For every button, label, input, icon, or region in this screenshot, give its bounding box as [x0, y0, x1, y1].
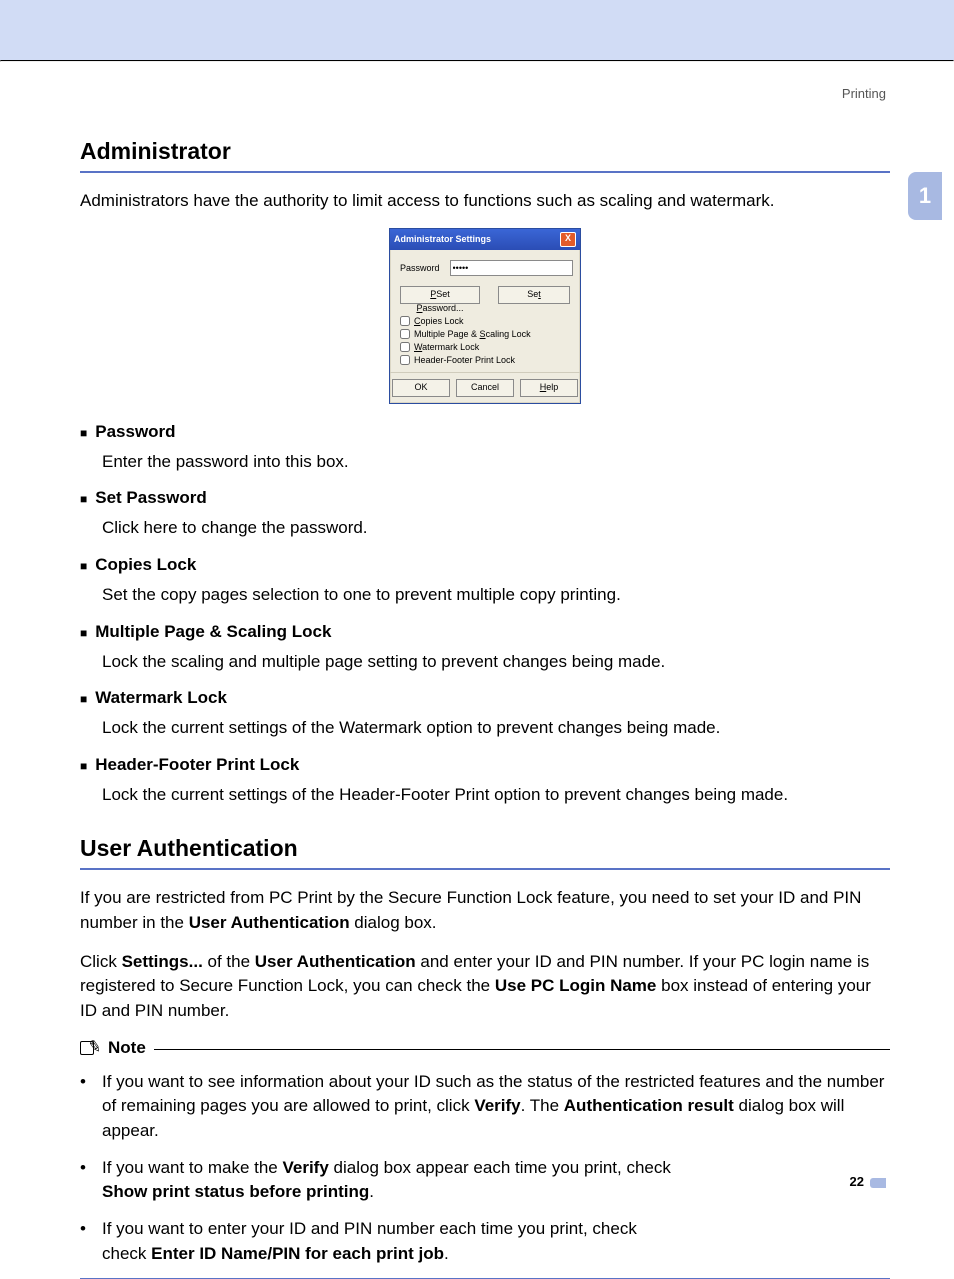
- header-footer-print-lock-label: Header-Footer Print LockHeader-Footer Pr…: [414, 355, 515, 365]
- note-rule: [154, 1049, 890, 1050]
- dialog-titlebar: Administrator Settings X: [390, 229, 580, 250]
- def-body: Enter the password into this box.: [102, 450, 890, 475]
- note-item: If you want to see information about you…: [102, 1070, 890, 1144]
- note-item: If you want to enter your ID and PIN num…: [102, 1217, 890, 1266]
- bullet-icon: •: [80, 1156, 94, 1205]
- bullet-icon: •: [80, 1070, 94, 1144]
- ok-button[interactable]: OK: [392, 379, 450, 397]
- square-bullet-icon: ■: [80, 422, 87, 444]
- def-head: Password: [95, 422, 175, 444]
- section-rule: [80, 868, 890, 870]
- def-head: Copies Lock: [95, 555, 196, 577]
- def-body: Lock the current settings of the Header-…: [102, 783, 890, 808]
- copies-lock-checkbox[interactable]: [400, 316, 410, 326]
- section-title-administrator: Administrator: [80, 138, 890, 165]
- square-bullet-icon: ■: [80, 555, 87, 577]
- dialog-title: Administrator Settings: [394, 234, 491, 244]
- multiple-page-scaling-lock-checkbox[interactable]: [400, 329, 410, 339]
- square-bullet-icon: ■: [80, 755, 87, 777]
- help-button[interactable]: HelpHelp: [520, 379, 578, 397]
- def-head: Multiple Page & Scaling Lock: [95, 622, 331, 644]
- watermark-lock-checkbox[interactable]: [400, 342, 410, 352]
- cancel-button[interactable]: Cancel: [456, 379, 514, 397]
- note-title: Note: [108, 1038, 146, 1058]
- definitions-list: ■ Password Enter the password into this b…: [80, 422, 890, 808]
- password-input[interactable]: [450, 260, 573, 276]
- def-body: Lock the current settings of the Waterma…: [102, 716, 890, 741]
- square-bullet-icon: ■: [80, 622, 87, 644]
- administrator-settings-dialog: Administrator Settings X Password PSet P…: [389, 228, 581, 404]
- close-icon[interactable]: X: [560, 232, 576, 247]
- def-head: Header-Footer Print Lock: [95, 755, 299, 777]
- def-body: Lock the scaling and multiple page setti…: [102, 650, 890, 675]
- watermark-lock-label: Watermark LockWatermark Lock: [414, 342, 479, 352]
- square-bullet-icon: ■: [80, 688, 87, 710]
- top-band: [0, 0, 954, 60]
- multiple-page-scaling-lock-label: Multiple Page & Scaling LockMultiple Pag…: [414, 329, 531, 339]
- running-head: Printing: [842, 86, 886, 101]
- def-body: Click here to change the password.: [102, 516, 890, 541]
- square-bullet-icon: ■: [80, 488, 87, 510]
- user-auth-p1: If you are restricted from PC Print by t…: [80, 886, 890, 935]
- page-number: 22: [850, 1174, 886, 1189]
- bullet-icon: •: [80, 1217, 94, 1266]
- section-rule: [80, 171, 890, 173]
- copies-lock-label: Copies LockCopies Lock: [414, 316, 464, 326]
- note-icon: [80, 1039, 102, 1057]
- def-head: Watermark Lock: [95, 688, 227, 710]
- header-footer-print-lock-checkbox[interactable]: [400, 355, 410, 365]
- set-button[interactable]: SetSet: [498, 286, 570, 304]
- def-body: Set the copy pages selection to one to p…: [102, 583, 890, 608]
- admin-intro: Administrators have the authority to lim…: [80, 189, 890, 214]
- chapter-tab: 1: [908, 172, 942, 220]
- section-title-user-authentication: User Authentication: [80, 835, 890, 862]
- user-auth-p2: Click Settings... of the User Authentica…: [80, 950, 890, 1024]
- password-label: Password: [400, 263, 440, 273]
- set-password-button[interactable]: PSet Password...Set Password...: [400, 286, 480, 304]
- def-head: Set Password: [95, 488, 207, 510]
- note-item: If you want to make the Verify dialog bo…: [102, 1156, 890, 1205]
- top-rule: [0, 60, 954, 62]
